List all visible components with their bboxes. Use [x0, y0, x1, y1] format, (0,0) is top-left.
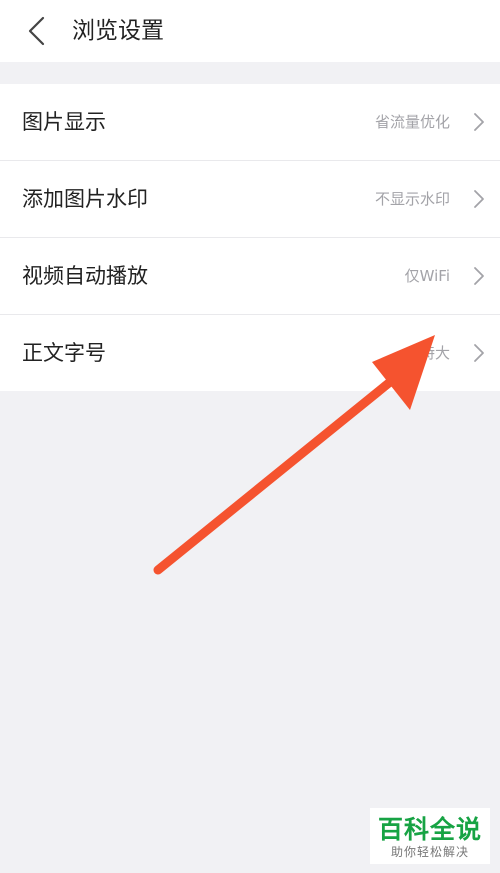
page-title: 浏览设置	[72, 18, 164, 44]
setting-label: 图片显示	[22, 110, 106, 134]
site-watermark-logo: 百科全说 助你轻松解决	[370, 808, 490, 864]
setting-row-image-display[interactable]: 图片显示 省流量优化	[0, 84, 500, 161]
app-header: 浏览设置	[0, 0, 500, 62]
setting-value: 省流量优化	[374, 113, 450, 131]
chevron-right-icon	[474, 190, 484, 208]
chevron-right-icon	[474, 113, 484, 131]
setting-label: 添加图片水印	[22, 187, 148, 211]
setting-row-image-watermark[interactable]: 添加图片水印 不显示水印	[0, 161, 500, 238]
setting-value: 仅WiFi	[404, 267, 450, 285]
setting-label: 正文字号	[22, 341, 106, 365]
setting-row-font-size[interactable]: 正文字号 特大	[0, 315, 500, 391]
setting-value: 不显示水印	[374, 190, 450, 208]
chevron-right-icon	[474, 267, 484, 285]
watermark-title: 百科全说	[377, 815, 482, 844]
setting-row-video-autoplay[interactable]: 视频自动播放 仅WiFi	[0, 238, 500, 315]
settings-list: 图片显示 省流量优化 添加图片水印 不显示水印 视频自动播放 仅WiFi 正文字…	[0, 84, 500, 391]
setting-value: 特大	[419, 344, 450, 362]
back-button[interactable]	[22, 14, 56, 48]
watermark-subtitle: 助你轻松解决	[390, 845, 469, 859]
setting-label: 视频自动播放	[22, 264, 148, 288]
chevron-right-icon	[474, 344, 484, 362]
chevron-left-icon	[28, 16, 45, 46]
